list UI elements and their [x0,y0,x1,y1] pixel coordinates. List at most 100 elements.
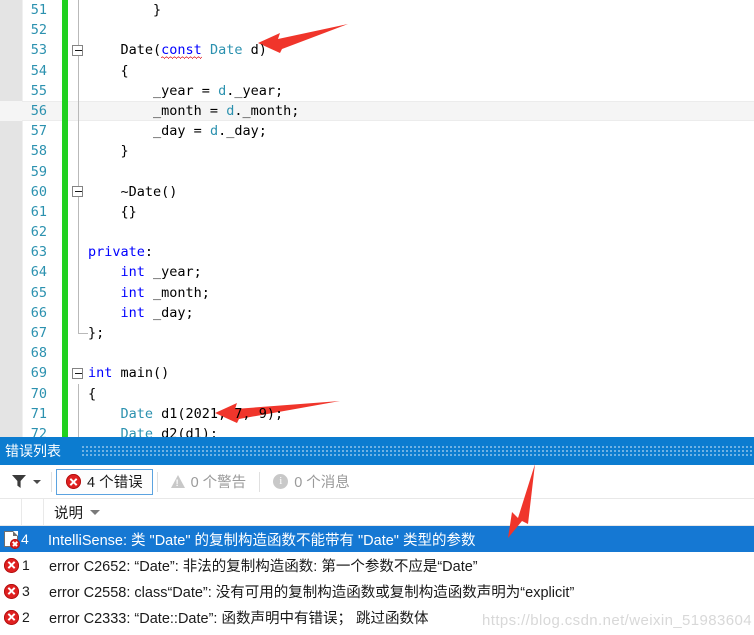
line-number: 57 [30,123,47,140]
error-row-message: IntelliSense: 类 "Date" 的复制构造函数不能带有 "Date… [48,532,476,549]
code-line-list: 51 } 52 53 Date(const Date d) 54 {55 _year … [0,0,754,437]
code-line[interactable]: 63 private: [0,242,754,263]
code-token: } [153,2,162,18]
line-number: 60 [30,183,47,200]
line-number: 56 [30,102,47,119]
collapse-toggle-icon[interactable] [72,44,83,56]
code-line[interactable]: 61 {} [0,201,754,223]
line-number: 52 [30,22,47,39]
column-header-icon-slot [0,498,22,526]
error-list-toolbar[interactable]: 4 个错误 0 个警告 0 个消息 [0,465,754,499]
code-text: _month = d._month; [88,101,299,121]
code-line[interactable]: 66 int _day; [0,302,754,323]
collapse-toggle-icon[interactable] [72,186,83,198]
error-list-title-bar[interactable]: 错误列表 [0,437,754,465]
error-icon [4,609,19,625]
structure-guide-line [78,141,79,162]
messages-filter-button[interactable]: 0 个消息 [264,469,359,495]
code-line[interactable]: 57 _day = d._day; [0,121,754,142]
code-editor[interactable]: 51 } 52 53 Date(const Date d) 54 {55 _year … [0,0,754,437]
chevron-down-icon[interactable] [33,479,41,484]
line-number: 72 [30,425,47,437]
title-bar-grip-dots [82,446,752,457]
code-line[interactable]: 69 int main() [0,363,754,384]
column-header-description-label: 说明 [54,505,83,522]
error-list-column-header[interactable]: 说明 [0,498,754,526]
structure-guide-line [78,403,79,424]
code-line[interactable]: 67}; [0,323,754,344]
change-indicator-bar [62,60,68,81]
code-token: } [120,143,129,160]
line-number: 64 [30,264,47,281]
structure-guide-line [78,121,79,142]
code-token: { [120,62,129,79]
change-indicator-bar [62,100,68,122]
warnings-filter-button[interactable]: 0 个警告 [162,469,256,495]
code-text: int main() [88,363,169,383]
code-line[interactable]: 72 Date d2(d1); [0,423,754,437]
error-list-row[interactable]: 2 error C2333: “Date::Date”: 函数声明中有错误； 跳过… [0,604,754,630]
change-indicator-bar [62,383,68,404]
code-line[interactable]: 54 { [0,60,754,81]
filter-control[interactable] [0,475,47,488]
code-token: : [144,244,154,261]
line-number: 62 [30,224,47,241]
code-line[interactable]: 51 } [0,0,754,21]
line-number: 63 [30,244,47,261]
errors-filter-button[interactable]: 4 个错误 [56,468,153,495]
line-number: 54 [30,62,47,79]
error-icon [66,474,81,489]
code-token: _year = [153,82,219,99]
error-list-row[interactable]: 1 error C2652: “Date”: 非法的复制构造函数: 第一个参数不应… [0,552,754,578]
code-line[interactable]: 71 Date d1(2021, 7, 9); [0,403,754,424]
code-line[interactable]: 60 ~Date() [0,181,754,202]
code-line[interactable]: 64 int _year; [0,262,754,283]
structure-guide-line [78,80,79,101]
code-line[interactable]: 70 { [0,383,754,404]
change-indicator-bar [62,242,68,263]
line-number: 69 [30,365,47,382]
code-line[interactable]: 59 [0,161,754,182]
code-line[interactable]: 62 [0,222,754,243]
error-row-count: 4 [21,531,29,547]
error-row-count: 3 [22,583,30,599]
code-token: }; [88,325,105,341]
error-row-message: error C2333: “Date::Date”: 函数声明中有错误； 跳过函… [49,610,429,627]
change-indicator-bar [62,343,68,364]
change-indicator-bar [62,302,68,323]
structure-guide-line [78,262,79,283]
change-indicator-bar [62,282,68,303]
column-header-description[interactable]: 说明 [44,502,100,523]
code-token: _day; [144,304,194,321]
change-indicator-bar [62,222,68,243]
code-text: }; [88,323,104,343]
collapse-toggle-icon[interactable] [72,367,83,379]
error-icon [4,557,19,573]
code-line[interactable]: 68 [0,343,754,364]
code-token: d2(d1); [153,425,219,437]
structure-guide-line [78,60,79,81]
change-indicator-bar [62,423,68,437]
code-line[interactable]: 56 _month = d._month; [0,100,754,122]
structure-guide-line [78,423,79,437]
error-list-panel[interactable]: 错误列表 4 个错误 0 个警告 0 个消息 说明 [0,437,754,635]
code-token: Date [120,405,154,422]
info-icon [273,474,289,489]
code-line[interactable]: 55 _year = d._year; [0,80,754,101]
code-text: { [88,384,96,404]
error-list-row[interactable]: 3 error C2558: class“Date”: 没有可用的复制构造函数或复… [0,578,754,604]
code-line[interactable]: 52 [0,20,754,41]
code-line[interactable]: 53 Date(const Date d) [0,40,754,61]
code-text: int _month; [88,283,210,303]
code-text: ~Date() [88,182,178,202]
error-list-row[interactable]: 4 IntelliSense: 类 "Date" 的复制构造函数不能带有 "Dat… [0,526,754,552]
code-token: d) [242,42,267,59]
code-line[interactable]: 58 } [0,141,754,162]
code-text: Date(const Date d) [88,40,267,60]
sort-descending-icon[interactable] [90,509,100,515]
code-line[interactable]: 65 int _month; [0,282,754,303]
structure-guide-line [78,282,79,303]
code-token: {} [120,203,137,220]
error-list-rows[interactable]: 4 IntelliSense: 类 "Date" 的复制构造函数不能带有 "Dat… [0,526,754,630]
